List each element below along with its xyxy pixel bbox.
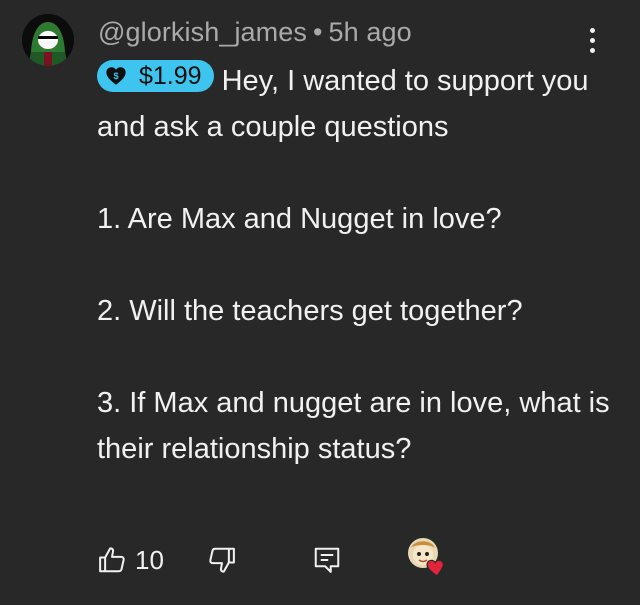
thumbs-up-icon [99,547,125,573]
creator-heart-icon [408,538,445,577]
svg-text:$: $ [113,71,118,81]
author-name[interactable]: @glorkish_james [98,17,307,47]
comment-paragraph-3: 3. If Max and nugget are in love, what i… [97,387,610,465]
thumbs-down-icon [209,547,235,573]
reply-icon [314,547,340,573]
avatar[interactable] [22,14,74,66]
meta-separator: • [312,17,323,47]
comment: @glorkish_james • 5h ago $ $1.99 Hey, I want… [0,0,640,605]
reply-button[interactable] [312,538,342,582]
dislike-button[interactable] [207,538,237,582]
like-button[interactable]: 10 [97,538,164,582]
comment-actions: 10 [97,538,457,582]
super-thanks-badge: $ $1.99 [97,60,214,92]
like-count: 10 [135,544,164,575]
comment-paragraph-2: 2. Will the teachers get together? [97,295,523,327]
comment-meta: @glorkish_james • 5h ago [98,17,412,48]
comment-paragraph-1: 1. Are Max and Nugget in love? [97,203,502,235]
dollar-heart-icon: $ [106,67,126,85]
super-thanks-amount: $1.99 [139,62,202,90]
more-vertical-icon[interactable] [578,20,606,60]
comment-time: 5h ago [328,17,412,47]
creator-heart [405,534,449,578]
comment-text: $ $1.99 Hey, I wanted to support you and a… [97,58,617,472]
comment-first-paragraph: $ $1.99 Hey, I wanted to support you and a… [97,58,617,150]
